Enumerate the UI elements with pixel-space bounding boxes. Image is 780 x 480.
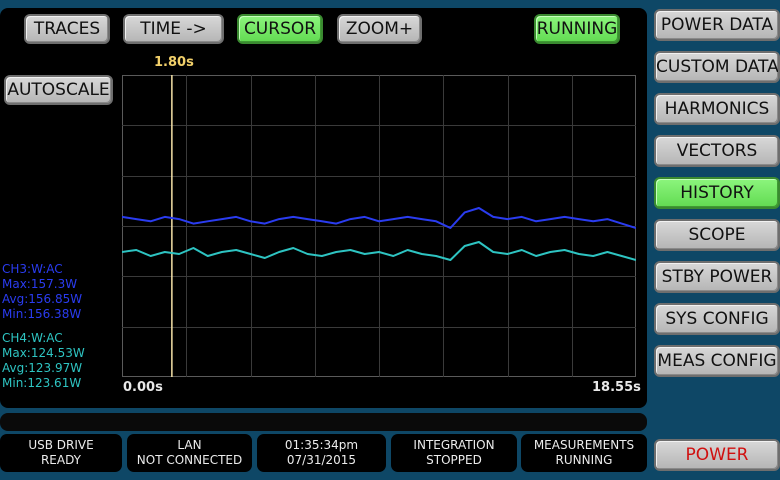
cursor-time-readout: 1.80s: [154, 55, 194, 70]
sidebar-item-scope[interactable]: SCOPE: [654, 219, 780, 251]
status-lan-value: NOT CONNECTED: [136, 453, 243, 467]
autoscale-button[interactable]: AUTOSCALE: [4, 75, 113, 105]
status-measurements: MEASUREMENTS RUNNING: [521, 434, 647, 472]
status-integration-title: INTEGRATION: [413, 438, 495, 452]
status-integration-value: STOPPED: [426, 453, 482, 467]
sidebar-item-vectors[interactable]: VECTORS: [654, 135, 780, 167]
status-integration: INTEGRATION STOPPED: [391, 434, 517, 472]
traces-button[interactable]: TRACES: [24, 14, 110, 44]
cursor-button[interactable]: CURSOR: [237, 14, 323, 44]
ch4-stats: CH4:W:AC Max:124.53W Avg:123.97W Min:123…: [2, 331, 85, 391]
status-lan-title: LAN: [177, 438, 202, 452]
ch3-max: Max:157.3W: [2, 277, 78, 291]
ch4-label: CH4:W:AC: [2, 331, 63, 345]
ch4-min: Min:123.61W: [2, 376, 82, 390]
status-measurements-value: RUNNING: [555, 453, 613, 467]
status-measurements-title: MEASUREMENTS: [533, 438, 635, 452]
status-usb-drive: USB DRIVE READY: [0, 434, 122, 472]
sidebar-item-meas-config[interactable]: MEAS CONFIG: [654, 345, 780, 377]
ch3-avg: Avg:156.85W: [2, 292, 83, 306]
status-time: 01:35:34pm: [284, 438, 359, 452]
running-button[interactable]: RUNNING: [534, 14, 620, 44]
ch3-stats: CH3:W:AC Max:157.3W Avg:156.85W Min:156.…: [2, 262, 82, 322]
x-axis-start-label: 0.00s: [123, 380, 163, 395]
sidebar-item-history[interactable]: HISTORY: [654, 177, 780, 209]
ch4-avg: Avg:123.97W: [2, 361, 83, 375]
plot-grid: [122, 75, 636, 377]
ch3-min: Min:156.38W: [2, 307, 82, 321]
sidebar-item-custom-data[interactable]: CUSTOM DATA: [654, 51, 780, 83]
sidebar-item-stby-power[interactable]: STBY POWER: [654, 261, 780, 293]
time-button[interactable]: TIME ->: [123, 14, 224, 44]
x-axis-end-label: 18.55s: [592, 380, 641, 395]
sidebar-item-sys-config[interactable]: SYS CONFIG: [654, 303, 780, 335]
status-usb-title: USB DRIVE: [28, 438, 94, 452]
status-usb-value: READY: [40, 453, 82, 467]
ch3-label: CH3:W:AC: [2, 262, 63, 276]
status-date: 07/31/2015: [286, 453, 357, 467]
time-scrollbar[interactable]: [0, 413, 647, 431]
zoom-in-button[interactable]: ZOOM+: [337, 14, 422, 44]
power-button[interactable]: POWER: [654, 439, 780, 471]
status-clock: 01:35:34pm 07/31/2015: [257, 434, 386, 472]
sidebar-item-power-data[interactable]: POWER DATA: [654, 9, 780, 41]
status-lan: LAN NOT CONNECTED: [127, 434, 252, 472]
history-chart[interactable]: [122, 75, 636, 377]
ch4-max: Max:124.53W: [2, 346, 85, 360]
sidebar-item-harmonics[interactable]: HARMONICS: [654, 93, 780, 125]
